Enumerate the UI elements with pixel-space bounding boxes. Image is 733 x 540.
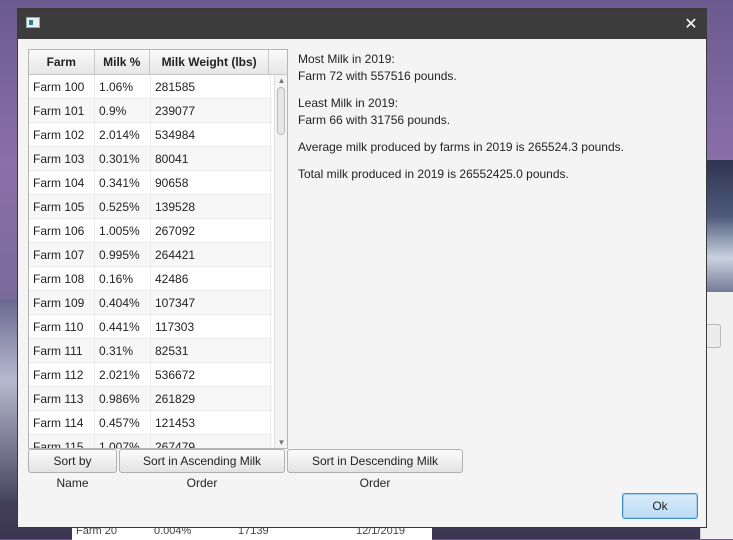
cell-milk-weight: 267479 (151, 435, 271, 448)
table-row[interactable]: Farm 112 2.021% 536672 (29, 363, 272, 387)
cell-milk-percent: 0.16% (95, 267, 151, 291)
background-left-image (0, 300, 18, 500)
table-row[interactable]: Farm 113 0.986% 261829 (29, 387, 272, 411)
cell-milk-weight: 139528 (151, 195, 271, 219)
cell-farm: Farm 101 (29, 99, 95, 123)
cell-milk-weight: 534984 (151, 123, 271, 147)
cell-farm: Farm 102 (29, 123, 95, 147)
cell-milk-percent: 2.021% (95, 363, 151, 387)
least-milk-title: Least Milk in 2019: (298, 96, 399, 110)
title-bar[interactable]: ✕ (18, 9, 706, 39)
most-milk-value: Farm 72 with 557516 pounds. (298, 69, 457, 83)
cell-farm: Farm 113 (29, 387, 95, 411)
table-row[interactable]: Farm 109 0.404% 107347 (29, 291, 272, 315)
cell-milk-percent: 0.341% (95, 171, 151, 195)
cell-farm: Farm 107 (29, 243, 95, 267)
scroll-down-icon[interactable]: ▼ (276, 438, 287, 448)
cell-milk-weight: 121453 (151, 411, 271, 435)
app-icon (26, 17, 40, 28)
cell-milk-weight: 239077 (151, 99, 271, 123)
background-cell: 0.004% (154, 527, 192, 537)
stats-panel: Most Milk in 2019: Farm 72 with 557516 p… (298, 51, 698, 183)
cell-milk-percent: 0.404% (95, 291, 151, 315)
cell-milk-percent: 1.06% (95, 75, 151, 99)
table-row[interactable]: Farm 100 1.06% 281585 (29, 75, 272, 99)
cell-milk-weight: 536672 (151, 363, 271, 387)
scroll-up-icon[interactable]: ▲ (276, 76, 287, 86)
sort-by-name-button[interactable]: Sort by Name (28, 449, 117, 490)
cell-milk-percent: 0.301% (95, 147, 151, 171)
cell-milk-weight: 82531 (151, 339, 271, 363)
table-row[interactable]: Farm 108 0.16% 42486 (29, 267, 272, 291)
sort-ascending-button[interactable]: Sort in Ascending Milk Order (119, 449, 285, 490)
table-row[interactable]: Farm 107 0.995% 264421 (29, 243, 272, 267)
table-header: Farm Milk % Milk Weight (lbs) (29, 50, 287, 75)
cell-farm: Farm 100 (29, 75, 95, 99)
table-row[interactable]: Farm 106 1.005% 267092 (29, 219, 272, 243)
cell-milk-percent: 0.995% (95, 243, 151, 267)
sort-descending-button[interactable]: Sort in Descending Milk Order (287, 449, 463, 490)
background-table-row: Farm 20 0.004% 17139 12/1/2019 (72, 527, 432, 540)
table-vertical-scrollbar[interactable]: ▲ ▼ (274, 75, 287, 448)
table-row[interactable]: Farm 104 0.341% 90658 (29, 171, 272, 195)
background-cell: 17139 (238, 527, 269, 537)
cell-farm: Farm 110 (29, 315, 95, 339)
close-button[interactable]: ✕ (676, 9, 706, 39)
cell-milk-weight: 117303 (151, 315, 271, 339)
column-header-milk-weight[interactable]: Milk Weight (lbs) (150, 50, 270, 74)
column-header-farm[interactable]: Farm (29, 50, 95, 74)
cell-milk-weight: 80041 (151, 147, 271, 171)
table-row[interactable]: Farm 102 2.014% 534984 (29, 123, 272, 147)
cell-milk-percent: 2.014% (95, 123, 151, 147)
cell-milk-percent: 1.005% (95, 219, 151, 243)
cell-milk-weight: 261829 (151, 387, 271, 411)
cell-milk-percent: 0.441% (95, 315, 151, 339)
cell-milk-percent: 0.9% (95, 99, 151, 123)
table-row[interactable]: Farm 115 1.007% 267479 (29, 435, 272, 448)
cell-milk-weight: 264421 (151, 243, 271, 267)
table-row[interactable]: Farm 105 0.525% 139528 (29, 195, 272, 219)
cell-milk-weight: 281585 (151, 75, 271, 99)
average-milk-text: Average milk produced by farms in 2019 i… (298, 140, 624, 154)
cell-farm: Farm 114 (29, 411, 95, 435)
cell-milk-weight: 267092 (151, 219, 271, 243)
cell-milk-percent: 0.986% (95, 387, 151, 411)
cell-milk-percent: 0.31% (95, 339, 151, 363)
cell-farm: Farm 115 (29, 435, 95, 448)
table-row[interactable]: Farm 111 0.31% 82531 (29, 339, 272, 363)
cell-farm: Farm 106 (29, 219, 95, 243)
cell-farm: Farm 112 (29, 363, 95, 387)
scrollbar-thumb[interactable] (277, 87, 285, 135)
cell-farm: Farm 104 (29, 171, 95, 195)
background-cell: Farm 20 (76, 527, 117, 537)
cell-farm: Farm 103 (29, 147, 95, 171)
total-milk-text: Total milk produced in 2019 is 26552425.… (298, 167, 569, 181)
cell-farm: Farm 109 (29, 291, 95, 315)
cell-milk-weight: 107347 (151, 291, 271, 315)
cell-milk-percent: 1.007% (95, 435, 151, 448)
cell-farm: Farm 108 (29, 267, 95, 291)
ok-button[interactable]: Ok (622, 493, 698, 519)
farm-milk-table[interactable]: Farm Milk % Milk Weight (lbs) Farm 100 1.… (28, 49, 288, 449)
cell-milk-percent: 0.457% (95, 411, 151, 435)
table-row[interactable]: Farm 114 0.457% 121453 (29, 411, 272, 435)
most-milk-title: Most Milk in 2019: (298, 52, 395, 66)
milk-stats-dialog: ✕ Farm Milk % Milk Weight (lbs) Farm 100… (17, 8, 707, 528)
table-row[interactable]: Farm 110 0.441% 117303 (29, 315, 272, 339)
column-header-filler (269, 50, 287, 74)
least-milk-value: Farm 66 with 31756 pounds. (298, 113, 451, 127)
column-header-milk-percent[interactable]: Milk % (95, 50, 151, 74)
table-row[interactable]: Farm 101 0.9% 239077 (29, 99, 272, 123)
background-cell: 12/1/2019 (356, 527, 405, 537)
cell-milk-weight: 90658 (151, 171, 271, 195)
table-body: Farm 100 1.06% 281585 Farm 101 0.9% 239077 Far… (29, 75, 272, 448)
cell-farm: Farm 111 (29, 339, 95, 363)
close-icon: ✕ (684, 16, 698, 33)
cell-milk-percent: 0.525% (95, 195, 151, 219)
table-row[interactable]: Farm 103 0.301% 80041 (29, 147, 272, 171)
cell-farm: Farm 105 (29, 195, 95, 219)
cell-milk-weight: 42486 (151, 267, 271, 291)
